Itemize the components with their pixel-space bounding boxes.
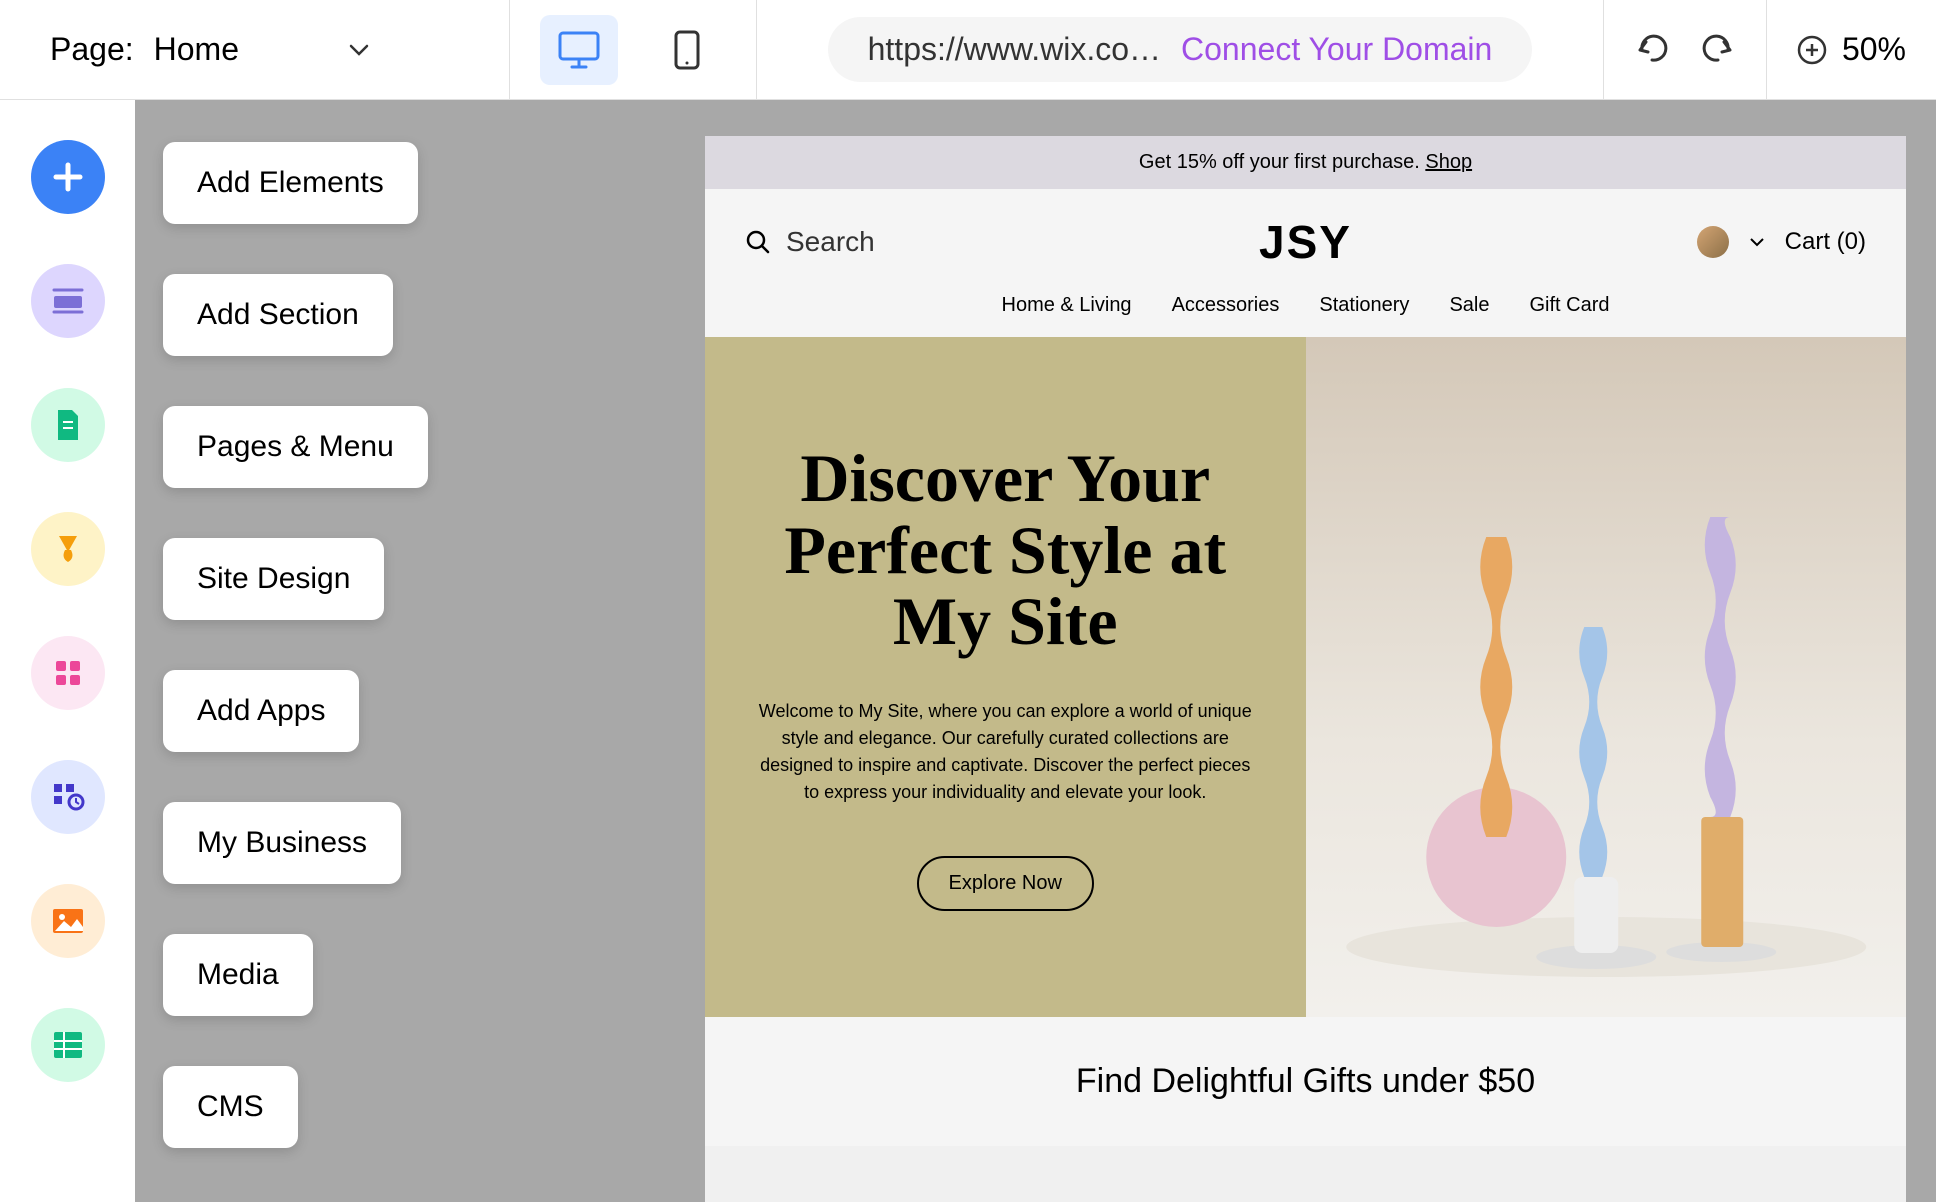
nav-home-living[interactable]: Home & Living xyxy=(1002,294,1132,317)
label-site-design[interactable]: Site Design xyxy=(163,538,384,620)
nav-sale[interactable]: Sale xyxy=(1449,294,1489,317)
label-pages-menu[interactable]: Pages & Menu xyxy=(163,406,428,488)
account-cart-area: Cart (0) xyxy=(1697,226,1866,258)
sidebar-my-business-icon[interactable] xyxy=(31,760,105,834)
promo-text: Get 15% off your first purchase. xyxy=(1139,151,1425,173)
plus-icon xyxy=(51,160,85,194)
zoom-value: 50% xyxy=(1842,31,1906,68)
promo-shop-link[interactable]: Shop xyxy=(1425,151,1472,173)
preview-header-top: Search JSY Cart (0) xyxy=(745,214,1866,269)
left-sidebar xyxy=(0,100,135,1202)
avatar[interactable] xyxy=(1697,226,1729,258)
page-icon xyxy=(54,408,82,442)
cart-link[interactable]: Cart (0) xyxy=(1785,228,1866,256)
gifts-heading: Find Delightful Gifts under $50 xyxy=(705,1017,1906,1146)
canvas-area: Add Elements Add Section Pages & Menu Si… xyxy=(135,100,1936,1202)
mobile-icon xyxy=(674,30,700,70)
label-add-apps[interactable]: Add Apps xyxy=(163,670,359,752)
sidebar-add-section-icon[interactable] xyxy=(31,264,105,338)
device-switcher xyxy=(510,0,757,99)
search-label: Search xyxy=(786,226,875,258)
section-icon xyxy=(50,286,86,316)
business-icon xyxy=(50,780,86,814)
sidebar-add-elements-icon[interactable] xyxy=(31,140,105,214)
explore-now-button[interactable]: Explore Now xyxy=(917,856,1094,911)
zoom-control[interactable]: 50% xyxy=(1767,0,1936,99)
sidebar-site-design-icon[interactable] xyxy=(31,512,105,586)
media-icon xyxy=(51,907,85,935)
candles-illustration xyxy=(1306,337,1907,1017)
hero-description: Welcome to My Site, where you can explor… xyxy=(755,698,1255,806)
label-add-section[interactable]: Add Section xyxy=(163,274,393,356)
url-section: https://www.wix.co… Connect Your Domain xyxy=(757,0,1604,99)
connect-domain-link[interactable]: Connect Your Domain xyxy=(1181,31,1492,68)
label-add-elements[interactable]: Add Elements xyxy=(163,142,418,224)
label-my-business[interactable]: My Business xyxy=(163,802,401,884)
zoom-plus-icon xyxy=(1797,35,1827,65)
page-dropdown[interactable]: Home xyxy=(154,31,369,68)
hero-text-area: Discover Your Perfect Style at My Site W… xyxy=(705,337,1306,1017)
redo-button[interactable] xyxy=(1700,32,1736,67)
undo-button[interactable] xyxy=(1634,32,1670,67)
page-label: Page: xyxy=(50,31,134,68)
desktop-icon xyxy=(558,31,600,69)
nav-accessories[interactable]: Accessories xyxy=(1172,294,1280,317)
sidebar-media-icon[interactable] xyxy=(31,884,105,958)
hero-title: Discover Your Perfect Style at My Site xyxy=(745,443,1266,657)
main-area: Add Elements Add Section Pages & Menu Si… xyxy=(0,100,1936,1202)
nav-gift-card[interactable]: Gift Card xyxy=(1529,294,1609,317)
page-selector-section: Page: Home xyxy=(0,0,510,99)
desktop-view-button[interactable] xyxy=(540,15,618,85)
undo-icon xyxy=(1634,32,1670,62)
site-preview[interactable]: Get 15% off your first purchase. Shop Se… xyxy=(705,136,1906,1202)
chevron-down-icon xyxy=(349,44,369,56)
nav-stationery[interactable]: Stationery xyxy=(1319,294,1409,317)
promo-banner: Get 15% off your first purchase. Shop xyxy=(705,136,1906,189)
site-logo[interactable]: JSY xyxy=(1259,215,1352,269)
sidebar-cms-icon[interactable] xyxy=(31,1008,105,1082)
cms-icon xyxy=(52,1030,84,1060)
preview-nav: Home & Living Accessories Stationery Sal… xyxy=(745,269,1866,337)
sidebar-labels: Add Elements Add Section Pages & Menu Si… xyxy=(163,142,428,1148)
search-button[interactable]: Search xyxy=(745,226,875,258)
chevron-down-icon[interactable] xyxy=(1749,237,1765,247)
design-icon xyxy=(51,532,85,566)
preview-header: Search JSY Cart (0) Home & Living Access… xyxy=(705,189,1906,337)
url-bar[interactable]: https://www.wix.co… Connect Your Domain xyxy=(828,17,1533,82)
hero-section: Discover Your Perfect Style at My Site W… xyxy=(705,337,1906,1017)
sidebar-pages-menu-icon[interactable] xyxy=(31,388,105,462)
history-section xyxy=(1604,0,1767,99)
topbar: Page: Home https://www.wix.co… Connect Y… xyxy=(0,0,1936,100)
search-icon xyxy=(745,229,771,255)
page-name: Home xyxy=(154,31,239,68)
sidebar-add-apps-icon[interactable] xyxy=(31,636,105,710)
hero-image xyxy=(1306,337,1907,1017)
url-text: https://www.wix.co… xyxy=(868,31,1161,68)
label-media[interactable]: Media xyxy=(163,934,313,1016)
apps-icon xyxy=(52,657,84,689)
mobile-view-button[interactable] xyxy=(648,15,726,85)
label-cms[interactable]: CMS xyxy=(163,1066,298,1148)
redo-icon xyxy=(1700,32,1736,62)
